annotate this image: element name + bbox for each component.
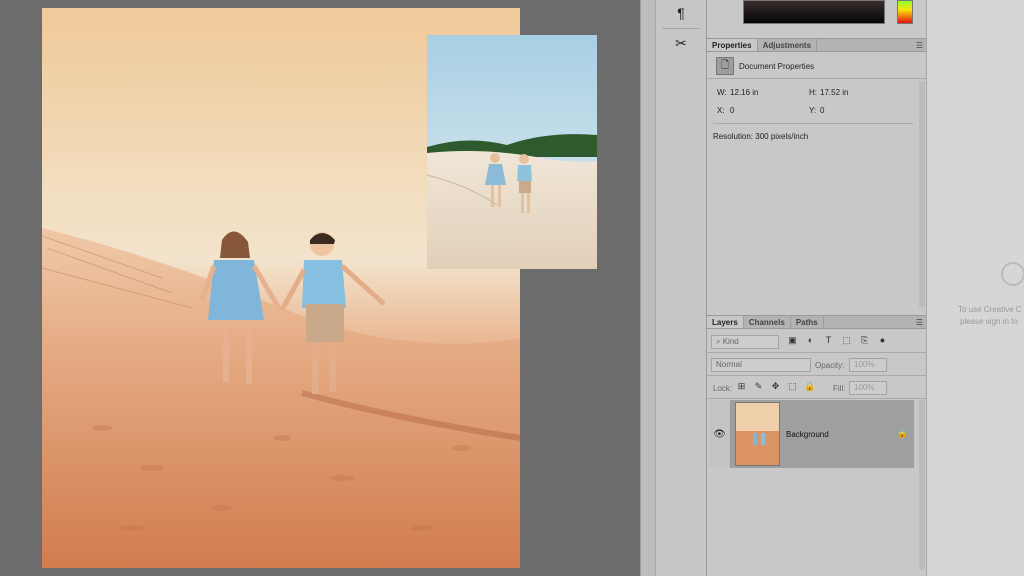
lock-label: Lock: [713, 384, 733, 393]
creative-cloud-panel: To use Creative C please sign in to [926, 0, 1024, 576]
tab-adjustments[interactable]: Adjustments [758, 39, 818, 51]
layers-tabbar: Layers Channels Paths ☰ [707, 315, 927, 329]
layer-thumbnail [735, 402, 780, 466]
lock-all-icon[interactable]: 🔒 [804, 381, 815, 392]
opacity-label: Opacity: [815, 361, 845, 370]
visibility-eye-icon[interactable]: 👁 [709, 400, 731, 468]
cc-message-line1: To use Creative C [958, 305, 1022, 314]
width-label: W: [717, 88, 727, 97]
x-value[interactable]: 0 [730, 106, 734, 115]
divider [713, 123, 913, 124]
lock-row: Lock: ⊞ ✎ ✥ ⬚ 🔒 Fill: 100% [707, 377, 927, 399]
y-value[interactable]: 0 [820, 106, 824, 115]
opacity-field[interactable]: 100% [849, 358, 887, 372]
lock-image-icon[interactable]: ✎ [753, 381, 764, 392]
height-value[interactable]: 17.52 in [820, 88, 848, 97]
type-filter-icon[interactable]: T [823, 335, 834, 346]
fill-field[interactable]: 100% [849, 381, 887, 395]
y-label: Y: [809, 106, 817, 115]
document-icon: 🗋 [716, 57, 734, 75]
layer-name[interactable]: Background [786, 430, 829, 439]
fill-label: Fill: [833, 384, 846, 393]
tools-icon[interactable]: ✂ [656, 30, 706, 56]
tools-strip: ¶ ✂ [655, 0, 707, 576]
color-picker [707, 0, 927, 38]
tools-column: ¶ ✂ [640, 0, 707, 576]
tab-paths[interactable]: Paths [791, 316, 824, 328]
panel-menu-icon[interactable]: ☰ [916, 318, 923, 327]
lock-transparent-icon[interactable]: ⊞ [736, 381, 747, 392]
width-value[interactable]: 12.16 in [730, 88, 758, 97]
kind-filter-value: Kind [722, 337, 739, 346]
layer-item[interactable]: 👁 Background 🔒 [709, 400, 914, 468]
color-field[interactable] [743, 0, 885, 24]
canvas-area[interactable] [0, 0, 640, 576]
search-icon: ⌕ [716, 337, 723, 346]
lock-artboard-icon[interactable]: ⬚ [787, 381, 798, 392]
blend-mode-select[interactable]: Normal [711, 358, 811, 372]
layers-panel: ⌕ Kind ▣ ◐ T ⬚ ⎘ ● Normal Opacity: 100% … [707, 331, 927, 576]
tab-channels[interactable]: Channels [744, 316, 791, 328]
adjustment-filter-icon[interactable]: ◐ [805, 335, 816, 346]
x-label: X: [717, 106, 725, 115]
properties-scrollbar[interactable] [919, 81, 925, 307]
layers-scrollbar[interactable] [919, 400, 925, 570]
hue-slider[interactable] [897, 0, 913, 24]
paragraph-icon[interactable]: ¶ [656, 0, 706, 26]
tab-layers[interactable]: Layers [707, 316, 744, 328]
right-panels: Properties Adjustments ☰ 🗋 Document Prop… [706, 0, 927, 576]
pixel-filter-icon[interactable]: ▣ [787, 335, 798, 346]
smart-object-filter-icon[interactable]: ⎘ [859, 335, 870, 346]
filter-toggle-icon[interactable]: ● [877, 335, 888, 346]
creative-cloud-icon [1001, 262, 1024, 286]
document-properties-title: Document Properties [739, 62, 815, 71]
reference-image[interactable] [427, 35, 597, 269]
tab-properties[interactable]: Properties [707, 39, 758, 51]
cc-message-line2: please sign in to [960, 317, 1018, 326]
document-properties-header: 🗋 Document Properties [707, 53, 927, 79]
tool-divider [662, 28, 700, 29]
lock-icon: 🔒 [896, 428, 908, 438]
resolution-text: Resolution: 300 pixels/inch [713, 132, 809, 141]
layer-filter-row: ⌕ Kind ▣ ◐ T ⬚ ⎘ ● [707, 331, 927, 353]
properties-tabbar: Properties Adjustments ☰ [707, 38, 927, 52]
height-label: H: [809, 88, 817, 97]
kind-filter-select[interactable]: ⌕ Kind [711, 335, 779, 349]
panel-menu-icon[interactable]: ☰ [916, 41, 923, 50]
blend-row: Normal Opacity: 100% [707, 354, 927, 376]
lock-position-icon[interactable]: ✥ [770, 381, 781, 392]
shape-filter-icon[interactable]: ⬚ [841, 335, 852, 346]
properties-panel: 🗋 Document Properties W: 12.16 in H: 17.… [707, 53, 927, 315]
